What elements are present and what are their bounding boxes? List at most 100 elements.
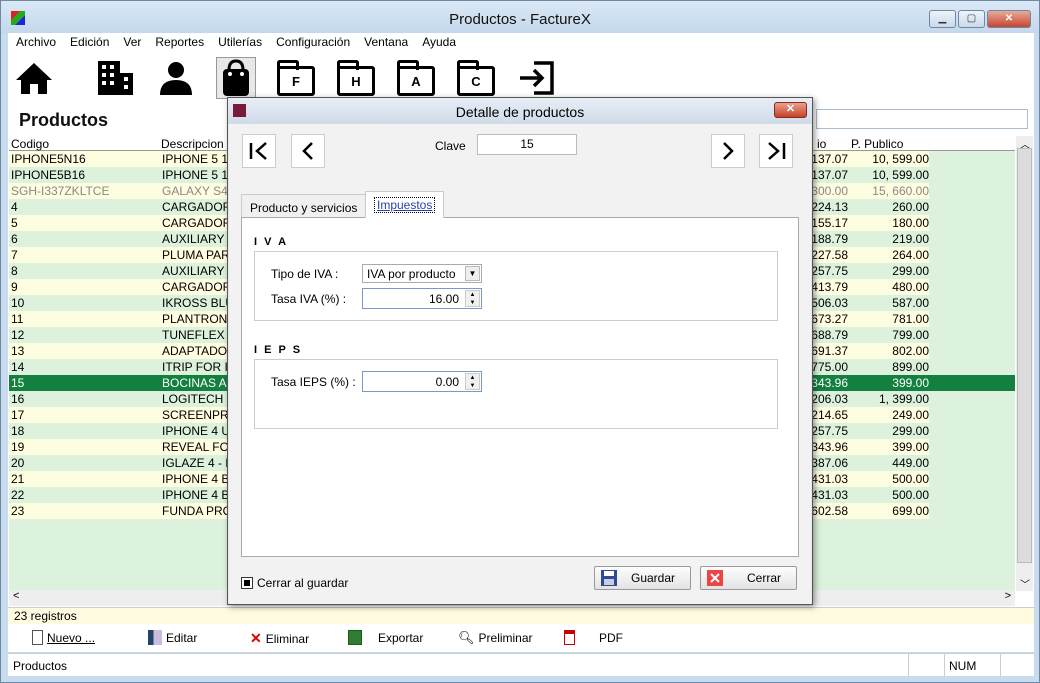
- cell-description: IPHONE 4 U: [162, 424, 231, 438]
- cell-description: ADAPTADOR: [162, 344, 232, 358]
- cell-description: PLUMA PAR: [162, 248, 230, 262]
- previous-icon: [302, 142, 313, 160]
- scroll-right-icon[interactable]: >: [1005, 590, 1011, 602]
- iva-rate-input[interactable]: 16.00 ▲ ▼: [362, 288, 482, 309]
- iva-rate-label: Tasa IVA (%) :: [271, 292, 347, 306]
- first-record-button[interactable]: [242, 134, 276, 168]
- scroll-left-icon[interactable]: <: [13, 590, 19, 602]
- cell-code: IPHONE5B16: [11, 168, 86, 182]
- cell-code: 12: [11, 328, 25, 342]
- menu-configuracion[interactable]: Configuración: [276, 33, 357, 52]
- cell-price: 219.00: [892, 232, 929, 246]
- tab-producto-servicios[interactable]: Producto y servicios: [241, 194, 367, 218]
- iva-type-label: Tipo de IVA :: [271, 267, 339, 281]
- cell-description: CARGADOR: [162, 200, 232, 214]
- record-count: 23 registros: [8, 607, 1034, 624]
- clave-label: Clave: [435, 139, 466, 153]
- status-bar: Productos NUM: [8, 653, 1034, 677]
- home-icon[interactable]: [14, 57, 54, 99]
- maximize-button[interactable]: ▢: [958, 10, 985, 28]
- shopping-bag-icon[interactable]: [216, 57, 256, 99]
- minimize-button[interactable]: ▁: [929, 10, 956, 28]
- product-detail-dialog: Detalle de productos ✕ Clave 15 Producto…: [227, 97, 813, 605]
- cell-description: IGLAZE 4 - F: [162, 456, 232, 470]
- close-on-save-checkbox[interactable]: Cerrar al guardar: [241, 576, 348, 590]
- menu-ver[interactable]: Ver: [123, 33, 148, 52]
- spinner-icon: ▲ ▼: [465, 290, 480, 307]
- previous-record-button[interactable]: [291, 134, 325, 168]
- cell-price: 10, 599.00: [872, 168, 929, 182]
- folder-a-icon[interactable]: A: [396, 57, 436, 99]
- cancel-icon: [707, 570, 723, 586]
- cell-price: 699.00: [892, 504, 929, 518]
- iva-type-select[interactable]: IVA por producto ▼: [362, 264, 482, 283]
- cell-price: 449.00: [892, 456, 929, 470]
- exit-icon[interactable]: [516, 57, 556, 99]
- cell-code: 6: [11, 232, 18, 246]
- floppy-icon: [601, 570, 617, 586]
- col-codigo[interactable]: Codigo: [11, 137, 49, 151]
- last-record-button[interactable]: [759, 134, 793, 168]
- vertical-scrollbar[interactable]: ︿ ﹀: [1016, 136, 1033, 591]
- dialog-close-button[interactable]: ✕: [774, 102, 807, 118]
- menu-ventana[interactable]: Ventana: [364, 33, 415, 52]
- cell-code: 22: [11, 488, 25, 502]
- delete-button[interactable]: ✕ Eliminar: [250, 630, 309, 647]
- close-window-button[interactable]: ✕: [987, 10, 1031, 28]
- col-publico[interactable]: P. Publico: [851, 137, 903, 151]
- new-button[interactable]: Nuevo ...: [32, 630, 95, 645]
- pdf-button[interactable]: PDF: [564, 630, 623, 645]
- edit-button[interactable]: Editar: [148, 630, 197, 645]
- menu-reportes[interactable]: Reportes: [155, 33, 211, 52]
- cell-price: 500.00: [892, 472, 929, 486]
- cell-code: 5: [11, 216, 18, 230]
- cell-description: CARGADOR: [162, 280, 232, 294]
- action-bar: Nuevo ... Editar ✕ Eliminar Exportar 🔍︎ Pr…: [8, 624, 1034, 652]
- ieps-rate-input[interactable]: 0.00 ▲ ▼: [362, 371, 482, 392]
- cell-price: 399.00: [892, 376, 929, 390]
- ieps-section-title: I E P S: [254, 344, 303, 356]
- menu-utilerias[interactable]: Utilerías: [218, 33, 269, 52]
- folder-f-icon[interactable]: F: [276, 57, 316, 99]
- folder-h-icon[interactable]: H: [336, 57, 376, 99]
- cell-price: 399.00: [892, 440, 929, 454]
- folder-c-icon[interactable]: C: [456, 57, 496, 99]
- cell-price: 1, 399.00: [878, 392, 929, 406]
- cell-price: 781.00: [892, 312, 929, 326]
- checkbox-icon[interactable]: [241, 577, 253, 589]
- close-button[interactable]: Cerrar: [700, 566, 797, 590]
- cell-code: 23: [11, 504, 25, 518]
- export-button[interactable]: Exportar: [348, 630, 423, 645]
- save-button[interactable]: Guardar: [594, 566, 691, 590]
- ieps-rate-label: Tasa IEPS (%) :: [271, 375, 356, 389]
- col-precio[interactable]: io: [817, 137, 826, 151]
- menu-archivo[interactable]: Archivo: [16, 33, 63, 52]
- cell-description: GALAXY S4: [162, 184, 228, 198]
- menu-edicion[interactable]: Edición: [70, 33, 116, 52]
- next-record-button[interactable]: [711, 134, 745, 168]
- next-icon: [723, 142, 734, 160]
- pdf-icon: [564, 630, 575, 645]
- cell-description: IPHONE 4 B: [162, 488, 230, 502]
- clave-field[interactable]: 15: [477, 134, 577, 155]
- col-descripcion[interactable]: Descripcion: [161, 137, 224, 151]
- cell-description: BOCINAS AL: [162, 376, 232, 390]
- excel-icon: [348, 630, 362, 645]
- cell-description: AUXILIARY A: [162, 264, 232, 278]
- building-icon[interactable]: [95, 57, 135, 99]
- tab-impuestos[interactable]: Impuestos: [365, 191, 445, 218]
- cell-code: 15: [11, 376, 25, 390]
- menu-ayuda[interactable]: Ayuda: [422, 33, 463, 52]
- scroll-thumb[interactable]: [1017, 148, 1032, 563]
- user-icon[interactable]: [156, 57, 196, 99]
- cell-code: 4: [11, 200, 18, 214]
- scroll-down-icon[interactable]: ﹀: [1020, 576, 1030, 591]
- delete-icon: ✕: [250, 630, 262, 646]
- first-icon: [249, 142, 267, 160]
- dialog-title-bar[interactable]: Detalle de productos ✕: [228, 98, 812, 124]
- preview-button[interactable]: 🔍︎ Preliminar: [458, 630, 533, 646]
- cell-price: 299.00: [892, 264, 929, 278]
- window-title: Productos - FactureX: [449, 11, 591, 28]
- search-input[interactable]: [816, 109, 1028, 129]
- dialog-title: Detalle de productos: [455, 104, 585, 120]
